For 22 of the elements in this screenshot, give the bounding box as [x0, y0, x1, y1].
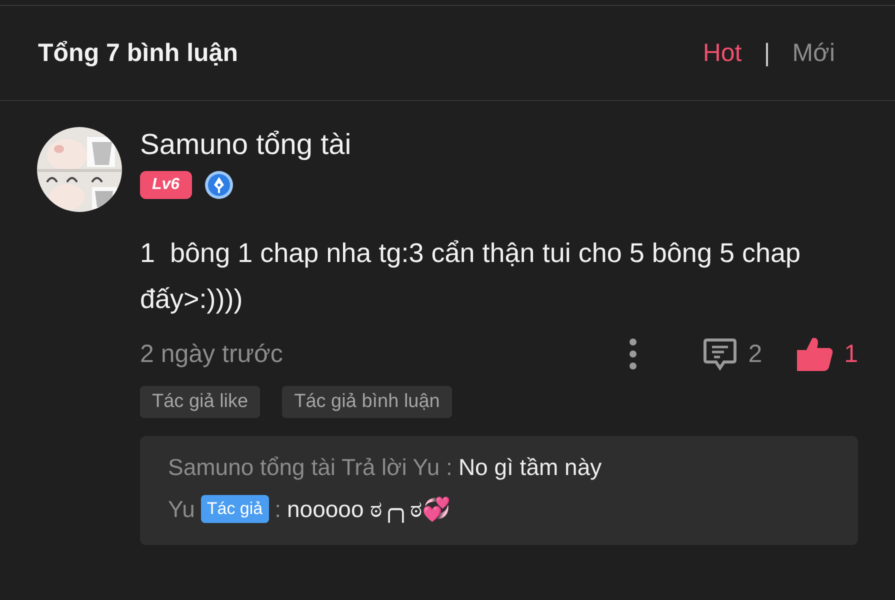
reply-header: Samuno tổng tài Trả lời Yu : [168, 454, 452, 481]
separator: : [274, 496, 282, 522]
separator: | [764, 38, 770, 68]
reply-author: Yu [168, 496, 195, 522]
author-name[interactable]: Samuno tổng tài [140, 129, 858, 162]
thumbs-up-icon[interactable] [796, 336, 834, 372]
like-count: 1 [844, 340, 858, 368]
comment-icon[interactable] [702, 337, 738, 371]
level-badge: Lv6 [140, 171, 192, 199]
author-badge: Tác giả [200, 495, 269, 523]
reply-text: No gì tầm này [458, 454, 602, 481]
sort-tab[interactable]: Hot [702, 38, 742, 68]
reply-count: 2 [748, 340, 762, 368]
reply-text: nooooo ಠ╭╮ಠ💞 [287, 496, 451, 522]
comment-text: 1 bông 1 chap nha tg:3 cẩn thận tui cho 5 bông 5 chap đấy>:)))) [140, 237, 802, 316]
sort-tab[interactable]: Mới [792, 38, 835, 68]
tag: Tác giả bình luận [282, 386, 452, 418]
comment-count-title: Tổng 7 bình luận [38, 38, 239, 68]
more-icon[interactable] [628, 338, 638, 370]
pen-nib-icon [204, 170, 234, 200]
timestamp: 2 ngày trước [140, 340, 284, 368]
tag: Tác giả like [140, 386, 260, 418]
